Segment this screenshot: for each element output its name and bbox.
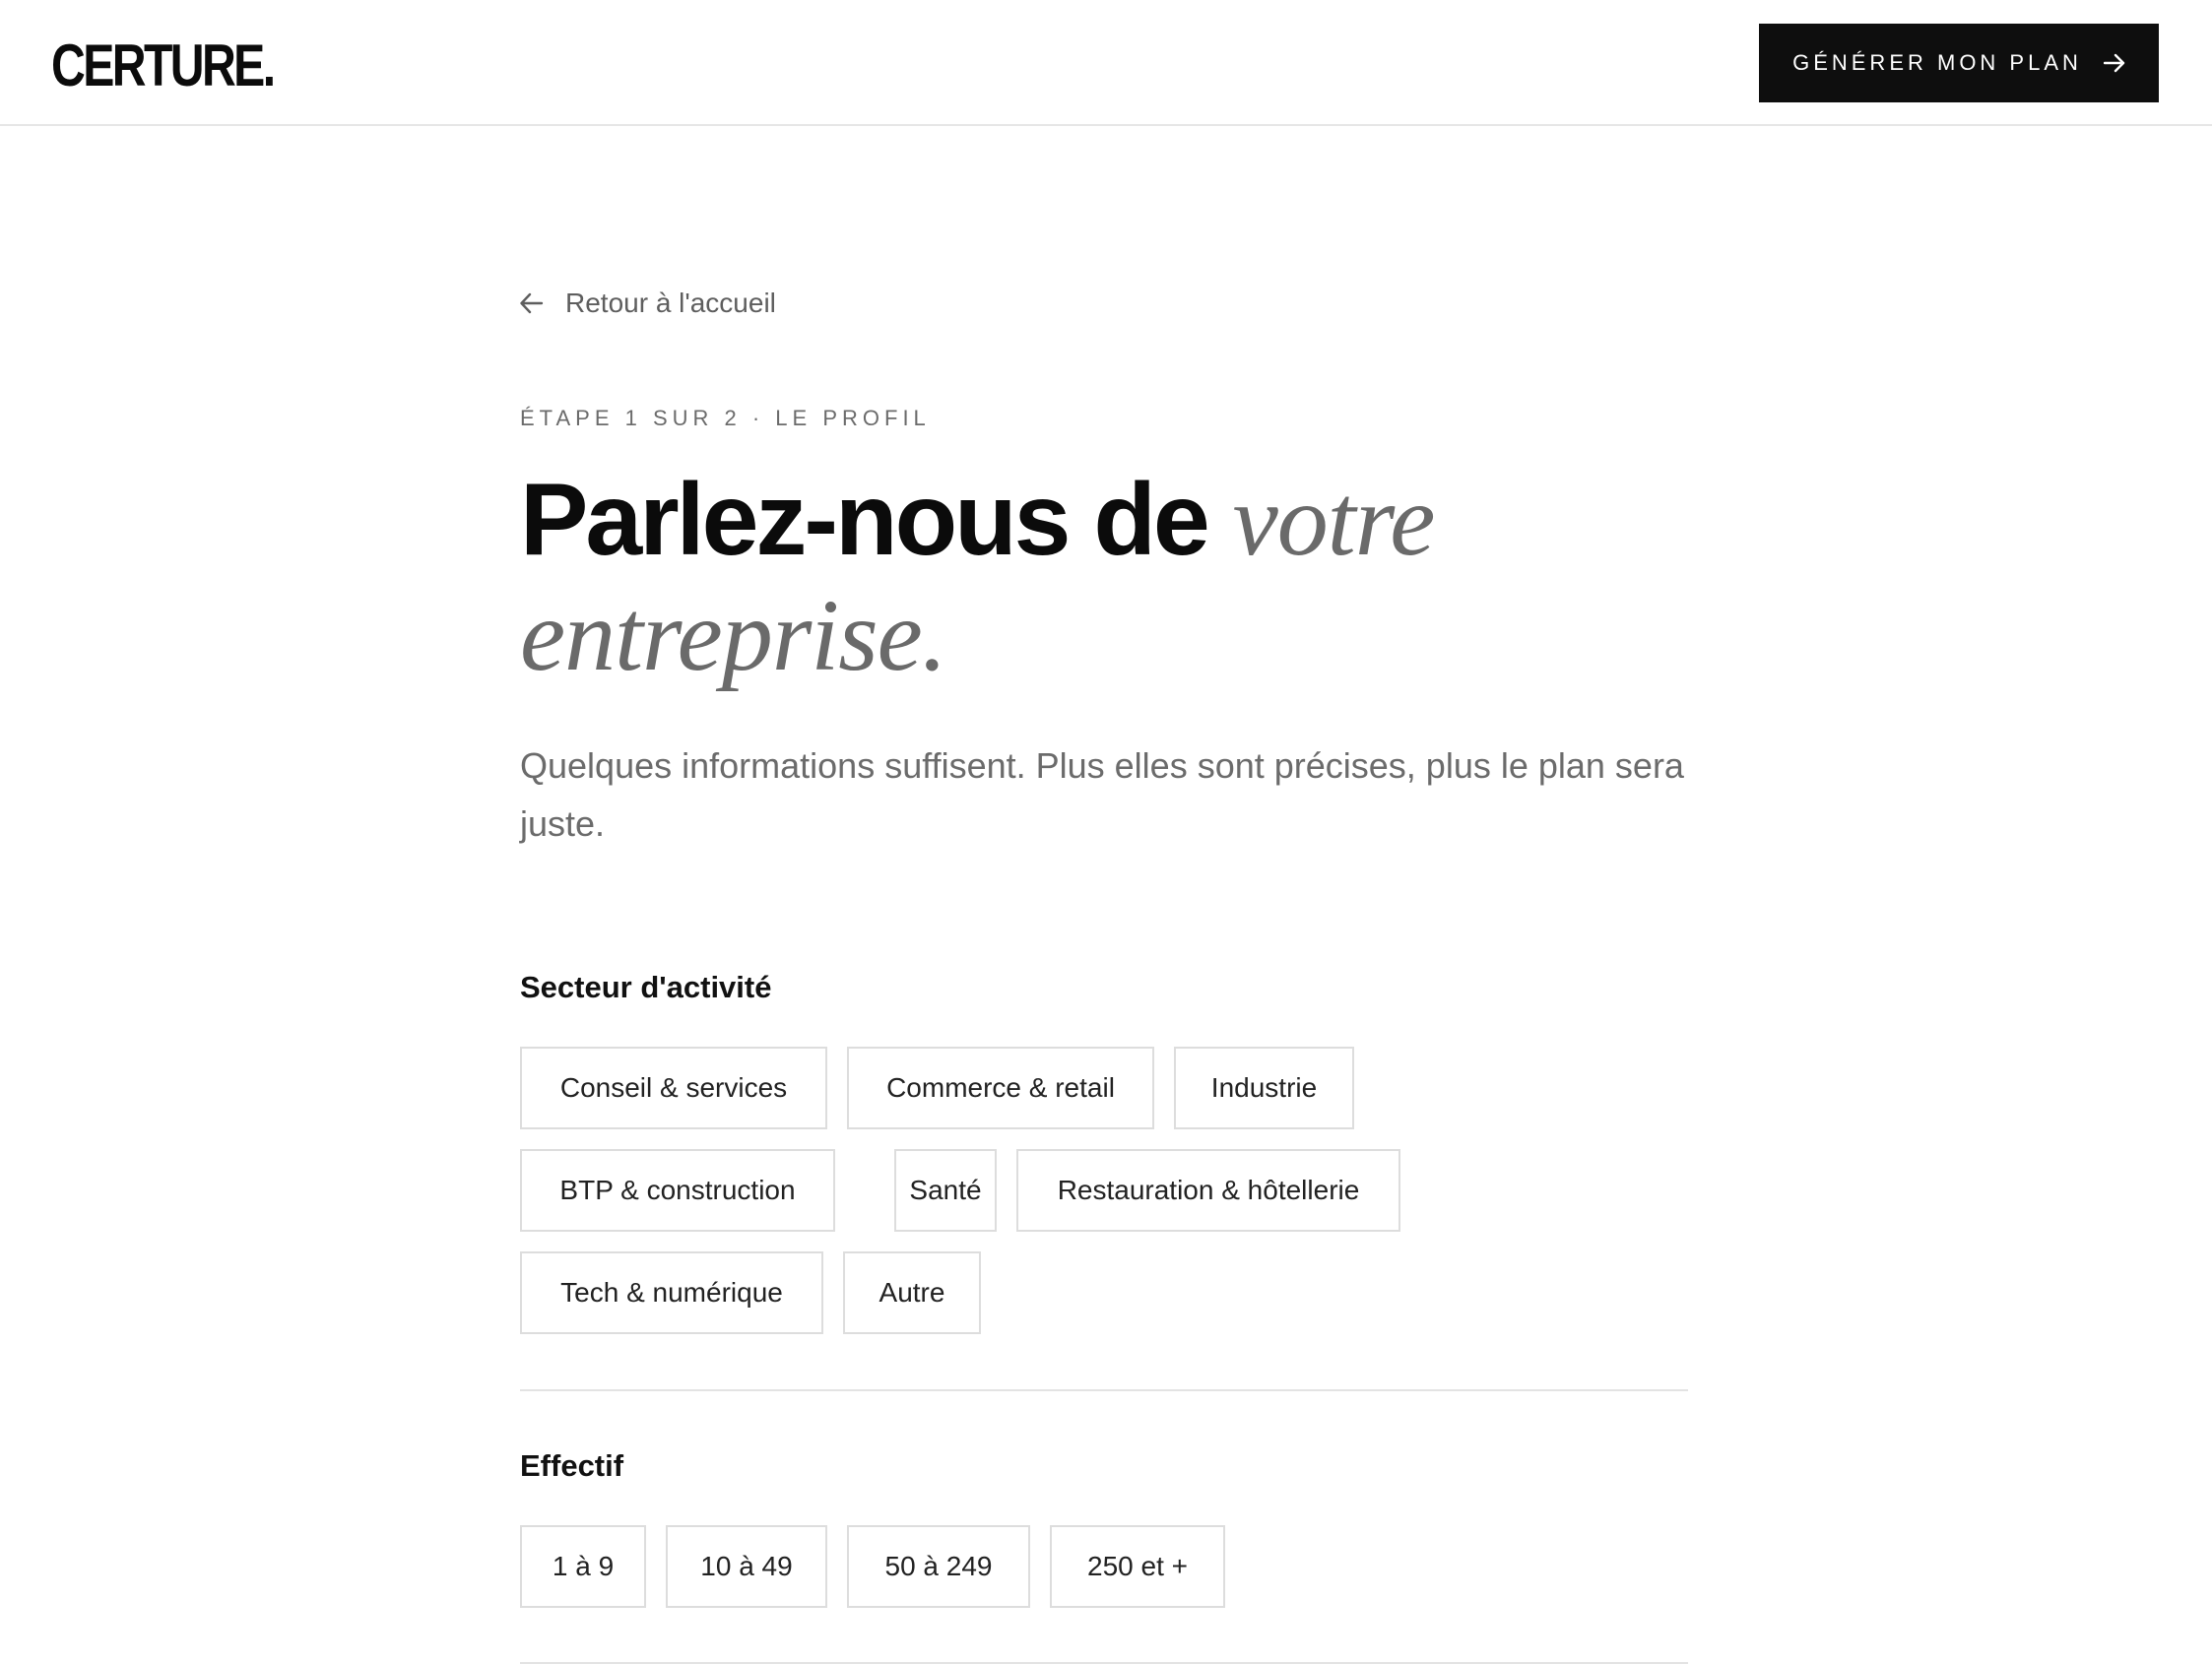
sector-option-industrie[interactable]: Industrie [1174,1047,1354,1129]
generate-plan-label: GÉNÉRER MON PLAN [1792,50,2082,75]
page-title: Parlez-nous de votre entreprise. [520,463,1688,693]
sector-option-conseil-services[interactable]: Conseil & services [520,1047,827,1129]
sector-option-tech-numerique[interactable]: Tech & numérique [520,1251,823,1334]
sector-option-sante[interactable]: Santé [894,1149,997,1232]
sector-option-restauration-hotellerie[interactable]: Restauration & hôtellerie [1016,1149,1400,1232]
top-bar: CERTURE. GÉNÉRER MON PLAN [0,0,2212,126]
headcount-option-50-249[interactable]: 50 à 249 [847,1525,1030,1608]
headcount-option-1-9[interactable]: 1 à 9 [520,1525,646,1608]
back-link-label: Retour à l'accueil [565,288,776,318]
headcount-option-10-49[interactable]: 10 à 49 [666,1525,827,1608]
step-indicator: ÉTAPE 1 SUR 2 · LE PROFIL [520,406,931,430]
section-divider [520,1389,1688,1391]
arrow-right-icon [2103,53,2125,73]
sector-label: Secteur d'activité [520,970,772,1004]
sector-option-btp-construction[interactable]: BTP & construction [520,1149,835,1232]
headcount-option-250-plus[interactable]: 250 et + [1050,1525,1225,1608]
sector-option-autre[interactable]: Autre [843,1251,981,1334]
generate-plan-button[interactable]: GÉNÉRER MON PLAN [1759,24,2159,102]
back-to-home-link[interactable]: Retour à l'accueil [520,288,776,319]
arrow-left-icon [520,292,544,314]
page-description: Quelques informations suffisent. Plus el… [520,745,1684,844]
logo[interactable]: CERTURE. [51,32,276,97]
page-title-main: Parlez-nous de [520,463,1210,577]
sector-option-commerce-retail[interactable]: Commerce & retail [847,1047,1154,1129]
headcount-label: Effectif [520,1448,624,1483]
